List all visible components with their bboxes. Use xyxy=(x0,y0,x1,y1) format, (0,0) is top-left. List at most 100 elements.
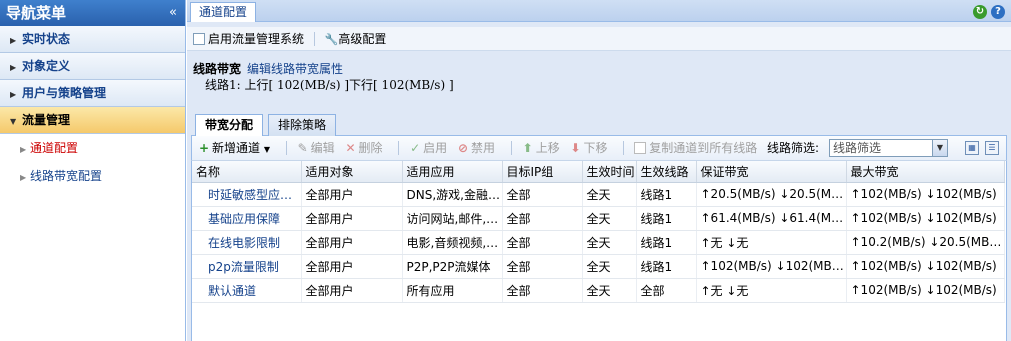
delete-button[interactable]: ✕ 删除 xyxy=(345,136,383,160)
panel-tabs: 带宽分配 排除策略 xyxy=(191,112,1007,137)
delete-icon: ✕ xyxy=(345,141,356,155)
col-header-name[interactable]: 名称 xyxy=(192,161,302,183)
nav-group-traffic[interactable]: ▼ 流量管理 xyxy=(0,107,185,134)
table-row[interactable]: 基础应用保障 全部用户 访问网站,邮件,文件传输 全部 全天 线路1 ↑61.4… xyxy=(192,206,1005,231)
col-header-guarantee[interactable]: 保证带宽 xyxy=(696,161,847,183)
nav-group-label: 用户与策略管理 xyxy=(22,86,107,100)
nav-group-objects[interactable]: ▶ 对象定义 xyxy=(0,53,185,80)
disable-button[interactable]: ⊘ 禁用 xyxy=(457,136,495,160)
wrench-icon: 🔧 xyxy=(324,33,339,46)
button-label: 删除 xyxy=(358,141,383,155)
grid-view-icon[interactable]: ▦ xyxy=(965,141,979,155)
cell-guarantee: ↑102(MB/s) ↓102(MB/s) xyxy=(696,254,847,279)
cell-time: 全天 xyxy=(582,182,637,207)
divider xyxy=(510,141,512,155)
divider xyxy=(623,141,625,155)
arrow-down-icon: ⬇ xyxy=(570,141,581,155)
copy-channel-button[interactable]: 复制通道到所有线路 xyxy=(634,136,757,160)
col-header-app[interactable]: 适用应用 xyxy=(402,161,503,183)
cell-name[interactable]: 基础应用保障 xyxy=(192,206,302,231)
button-label: 上移 xyxy=(535,141,560,155)
nav-item-channel-config[interactable]: ▶ 通道配置 xyxy=(0,134,185,162)
copy-checkbox xyxy=(634,142,647,154)
tab-exclude-policy[interactable]: 排除策略 xyxy=(268,114,337,136)
cell-time: 全天 xyxy=(582,230,637,255)
cell-target: 全部用户 xyxy=(301,254,403,279)
line-filter-label: 线路筛选: xyxy=(767,141,820,155)
nav-item-label: 线路带宽配置 xyxy=(30,169,103,183)
table-row[interactable]: 时延敏感型应用保障 全部用户 DNS,游戏,金融,即时通讯 全部 全天 线路1 … xyxy=(192,182,1005,207)
cell-ip: 全部 xyxy=(502,182,583,207)
cell-name[interactable]: 时延敏感型应用保障 xyxy=(192,182,302,207)
enable-traffic-label[interactable]: 启用流量管理系统 xyxy=(208,32,304,46)
divider xyxy=(313,32,315,46)
cell-time: 全天 xyxy=(582,254,637,279)
table-row[interactable]: 默认通道 全部用户 所有应用 全部 全天 全部 ↑无 ↓无 ↑102(MB/s)… xyxy=(192,278,1005,303)
col-header-time[interactable]: 生效时间 xyxy=(582,161,637,183)
nav-group-realtime[interactable]: ▶ 实时状态 xyxy=(0,26,185,53)
advanced-config-button[interactable]: 高级配置 xyxy=(338,32,386,46)
divider xyxy=(285,141,287,155)
divider xyxy=(398,141,400,155)
cell-app: P2P,P2P流媒体 xyxy=(402,254,503,279)
cell-target: 全部用户 xyxy=(301,278,403,303)
arrow-right-icon: ▶ xyxy=(10,90,17,99)
button-label: 复制通道到所有线路 xyxy=(649,141,758,155)
col-header-max[interactable]: 最大带宽 xyxy=(846,161,1005,183)
cell-ip: 全部 xyxy=(502,278,583,303)
cell-guarantee: ↑无 ↓无 xyxy=(696,230,847,255)
cell-guarantee: ↑61.4(MB/s) ↓61.4(MB/s) xyxy=(696,206,847,231)
cell-app: 电影,音频视频,在线视频 xyxy=(402,230,503,255)
cell-ip: 全部 xyxy=(502,206,583,231)
main-area: 通道配置 ↻? 启用流量管理系统 🔧高级配置 线路带宽 编辑线路带宽属性 线路1:… xyxy=(187,0,1011,341)
channel-grid: 名称 适用对象 适用应用 目标IP组 生效时间 生效线路 保证带宽 最大带宽 时… xyxy=(191,161,1007,341)
cell-name[interactable]: p2p流量限制 xyxy=(192,254,302,279)
button-label: 编辑 xyxy=(310,141,335,155)
collapse-icon[interactable]: « xyxy=(169,0,177,26)
cell-max: ↑102(MB/s) ↓102(MB/s) xyxy=(846,254,1005,279)
button-label: 启用 xyxy=(423,141,448,155)
nav-group-users-policy[interactable]: ▶ 用户与策略管理 xyxy=(0,80,185,107)
col-header-line[interactable]: 生效线路 xyxy=(636,161,697,183)
refresh-icon[interactable]: ↻ xyxy=(973,5,987,19)
table-row[interactable]: p2p流量限制 全部用户 P2P,P2P流媒体 全部 全天 线路1 ↑102(M… xyxy=(192,254,1005,279)
col-header-target[interactable]: 适用对象 xyxy=(301,161,403,183)
move-up-button[interactable]: ⬆ 上移 xyxy=(522,136,560,160)
arrow-right-icon: ▶ xyxy=(20,173,27,182)
cell-ip: 全部 xyxy=(502,230,583,255)
line-filter-select[interactable]: 线路筛选 ▼ xyxy=(829,139,948,157)
bandwidth-title: 线路带宽 xyxy=(193,62,242,76)
channel-panel: 带宽分配 排除策略 + 新增通道 ▼ ✎ 编辑 ✕ 删除 ✓ 启用 ⊘ 禁用 ⬆ 上移 ⬇ 下… xyxy=(191,112,1007,341)
help-icon[interactable]: ? xyxy=(991,5,1005,19)
cell-max: ↑102(MB/s) ↓102(MB/s) xyxy=(846,182,1005,207)
col-header-ip[interactable]: 目标IP组 xyxy=(502,161,583,183)
arrow-down-icon: ▼ xyxy=(10,117,17,126)
edit-button[interactable]: ✎ 编辑 xyxy=(297,136,335,160)
table-row[interactable]: 在线电影限制 全部用户 电影,音频视频,在线视频 全部 全天 线路1 ↑无 ↓无… xyxy=(192,230,1005,255)
cell-guarantee: ↑20.5(MB/s) ↓20.5(MB/s) xyxy=(696,182,847,207)
enable-traffic-checkbox[interactable] xyxy=(193,33,205,45)
add-channel-button[interactable]: + 新增通道 ▼ xyxy=(198,136,270,162)
check-icon: ✓ xyxy=(410,141,421,155)
cell-app: 所有应用 xyxy=(402,278,503,303)
tab-bandwidth-allocation[interactable]: 带宽分配 xyxy=(195,114,264,137)
cell-app: 访问网站,邮件,文件传输 xyxy=(402,206,503,231)
edit-bandwidth-link[interactable]: 编辑线路带宽属性 xyxy=(247,62,343,76)
cell-time: 全天 xyxy=(582,278,637,303)
nav-panel: 导航菜单 « ▶ 实时状态 ▶ 对象定义 ▶ 用户与策略管理 ▼ 流量管理 ▶ 通道配置 … xyxy=(0,0,186,341)
nav-item-line-bandwidth[interactable]: ▶ 线路带宽配置 xyxy=(0,162,185,190)
nav-group-label: 实时状态 xyxy=(22,32,71,46)
button-label: 新增通道 xyxy=(212,141,261,155)
list-view-icon[interactable]: ☰ xyxy=(985,141,999,155)
tab-channel-config[interactable]: 通道配置 xyxy=(190,2,257,22)
nav-item-label: 通道配置 xyxy=(30,141,79,155)
arrow-right-icon: ▶ xyxy=(20,145,27,154)
cell-ip: 全部 xyxy=(502,254,583,279)
move-down-button[interactable]: ⬇ 下移 xyxy=(570,136,608,160)
cell-max: ↑102(MB/s) ↓102(MB/s) xyxy=(846,206,1005,231)
cell-name[interactable]: 在线电影限制 xyxy=(192,230,302,255)
filter-placeholder: 线路筛选 xyxy=(833,141,882,155)
cell-name[interactable]: 默认通道 xyxy=(192,278,302,303)
cell-target: 全部用户 xyxy=(301,182,403,207)
enable-button[interactable]: ✓ 启用 xyxy=(409,136,447,160)
